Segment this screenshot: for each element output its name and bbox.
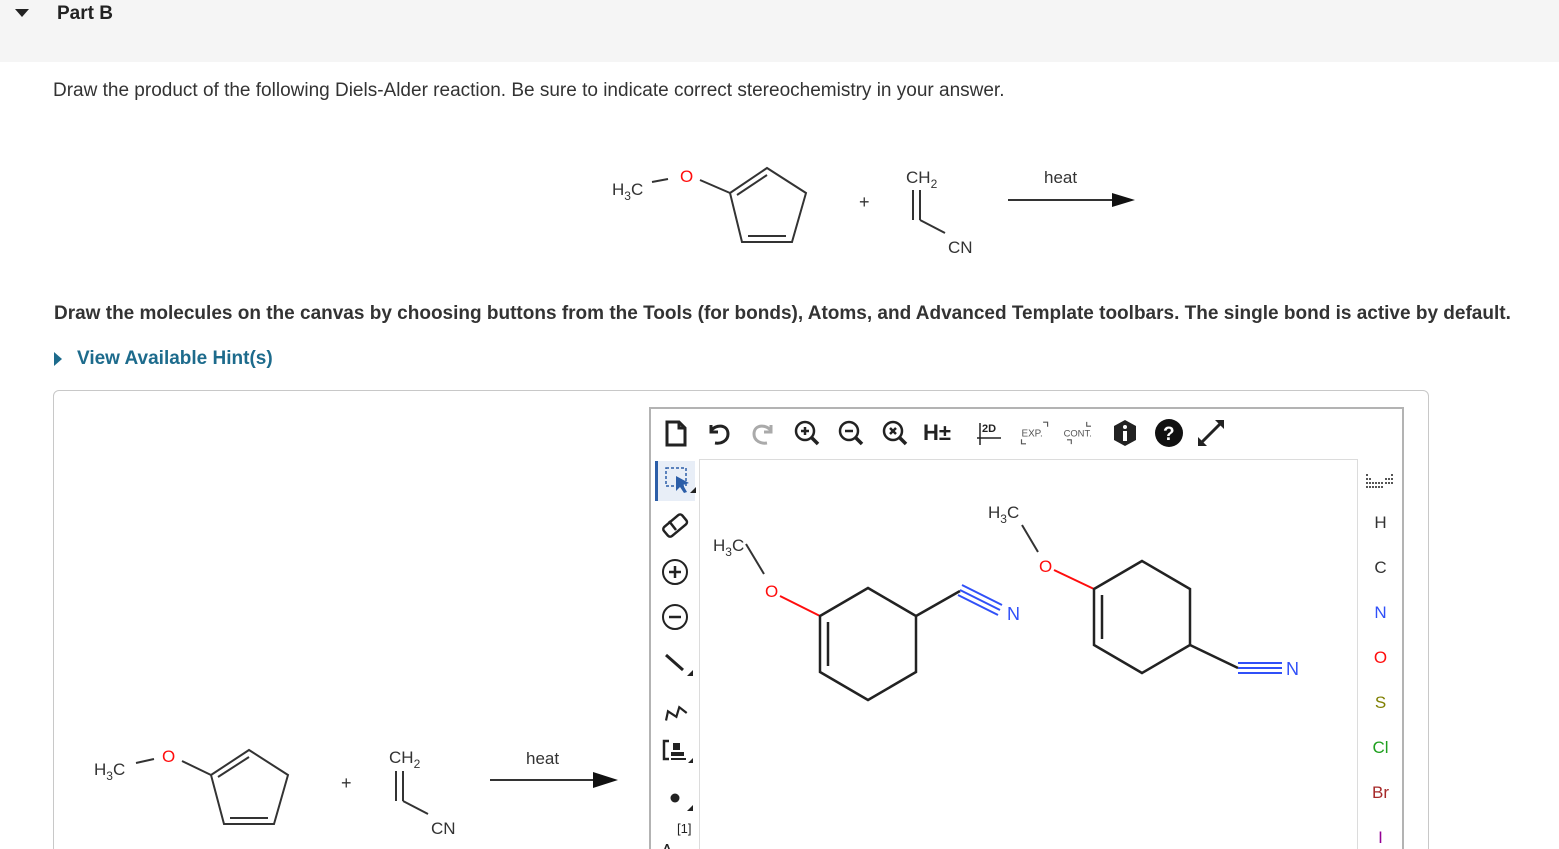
product-1: H3C O N xyxy=(713,536,1020,702)
nitrogen-label: N xyxy=(1286,659,1299,679)
acrylonitrile: CH2 CN xyxy=(389,748,456,838)
tools-toolbar: [1] A xyxy=(651,459,699,849)
reaction-arrow: heat xyxy=(490,749,618,788)
eraser-icon[interactable] xyxy=(655,507,695,547)
expand-caret-icon xyxy=(54,352,62,366)
product-2: H3C O N xyxy=(988,503,1299,679)
condition-label: heat xyxy=(526,749,559,768)
undo-icon[interactable] xyxy=(701,415,737,451)
contract-button[interactable]: CONT. xyxy=(1061,415,1103,451)
drawing-canvas[interactable]: H3C O N H3C O N xyxy=(699,459,1357,849)
condition-label: heat xyxy=(1044,168,1077,187)
question-text: Draw the product of the following Diels-… xyxy=(53,80,1005,101)
instructions-text: Draw the molecules on the canvas by choo… xyxy=(54,303,1511,324)
atom-button-s[interactable]: S xyxy=(1358,685,1403,721)
atoms-toolbar: H C N O S Cl Br I xyxy=(1357,459,1402,849)
cyclopentadiene xyxy=(209,748,290,825)
select-icon[interactable] xyxy=(655,461,696,501)
canvas-molecules: H3C O N H3C O N xyxy=(713,503,1299,702)
fullscreen-icon[interactable] xyxy=(1193,415,1229,451)
nitrogen-label: N xyxy=(1007,604,1020,624)
atom-button-cl[interactable]: Cl xyxy=(1358,730,1403,766)
atom-button-i[interactable]: I xyxy=(1358,820,1403,849)
reaction-arrow: heat xyxy=(1008,168,1135,207)
atom-map-icon[interactable]: [1] A xyxy=(655,819,695,849)
plus-sign: + xyxy=(859,192,870,212)
atom-button-n[interactable]: N xyxy=(1358,595,1403,631)
ch2-label: CH2 xyxy=(389,748,421,771)
periodic-table-icon[interactable] xyxy=(1358,463,1403,499)
positive-charge-icon[interactable] xyxy=(655,552,695,592)
svg-text:2D: 2D xyxy=(982,423,996,435)
cn-label: CN xyxy=(948,238,973,257)
view-hints-link[interactable]: View Available Hint(s) xyxy=(54,348,273,370)
oxygen-label: O xyxy=(162,747,175,766)
ch2-label: CH2 xyxy=(906,168,938,191)
svg-text:EXP.: EXP. xyxy=(1022,429,1043,440)
methyl-label: H3C xyxy=(612,180,643,203)
oxygen-label: O xyxy=(1039,557,1052,576)
editor-top-toolbar: H± 2D EXP. CONT. ? xyxy=(651,409,1402,459)
methoxy-group: H3C O xyxy=(94,747,212,783)
radical-icon[interactable] xyxy=(655,777,695,817)
zoom-out-icon[interactable] xyxy=(833,415,869,451)
atom-button-o[interactable]: O xyxy=(1358,640,1403,676)
atom-button-br[interactable]: Br xyxy=(1358,775,1403,811)
methoxy-group: H3C O xyxy=(612,167,731,203)
oxygen-label: O xyxy=(680,167,693,186)
cyclopentadiene xyxy=(728,166,808,243)
redo-icon[interactable] xyxy=(745,415,781,451)
svg-text:[1]: [1] xyxy=(677,821,691,836)
clean-2d-button[interactable]: 2D xyxy=(971,415,1007,451)
answer-reaction-scheme: H3C O + CH2 CN heat xyxy=(94,747,618,838)
hint-label: View Available Hint(s) xyxy=(77,348,273,369)
bracket-icon[interactable] xyxy=(655,731,695,771)
plus-sign: + xyxy=(341,773,352,793)
methyl-label: H3C xyxy=(988,503,1019,526)
svg-text:?: ? xyxy=(1163,424,1175,445)
atom-button-c[interactable]: C xyxy=(1358,550,1403,586)
help-icon[interactable]: ? xyxy=(1151,415,1187,451)
collapse-caret-icon[interactable] xyxy=(15,9,29,17)
acrylonitrile: CH2 CN xyxy=(906,168,973,257)
zoom-reset-icon[interactable] xyxy=(877,415,913,451)
expand-button[interactable]: EXP. xyxy=(1017,415,1057,451)
chemical-editor: H± 2D EXP. CONT. ? [1] H3C O N H3C O N H… xyxy=(649,407,1404,849)
negative-charge-icon[interactable] xyxy=(655,597,695,637)
svg-text:CONT.: CONT. xyxy=(1064,427,1092,438)
methyl-label: H3C xyxy=(713,536,744,559)
zoom-in-icon[interactable] xyxy=(789,415,825,451)
svg-text:A: A xyxy=(661,841,673,849)
atom-button-h[interactable]: H xyxy=(1358,505,1403,541)
reaction-scheme: H3C O + CH2 CN heat xyxy=(612,166,1135,257)
part-title: Part B xyxy=(57,3,113,24)
methyl-label: H3C xyxy=(94,760,125,783)
chain-icon[interactable] xyxy=(655,687,695,727)
oxygen-label: O xyxy=(765,582,778,601)
info-icon[interactable] xyxy=(1107,415,1143,451)
hydrogens-button[interactable]: H± xyxy=(923,415,959,451)
part-header[interactable]: Part B xyxy=(0,0,1559,62)
cn-label: CN xyxy=(431,819,456,838)
single-bond-icon[interactable] xyxy=(655,642,695,682)
new-document-icon[interactable] xyxy=(657,415,693,451)
